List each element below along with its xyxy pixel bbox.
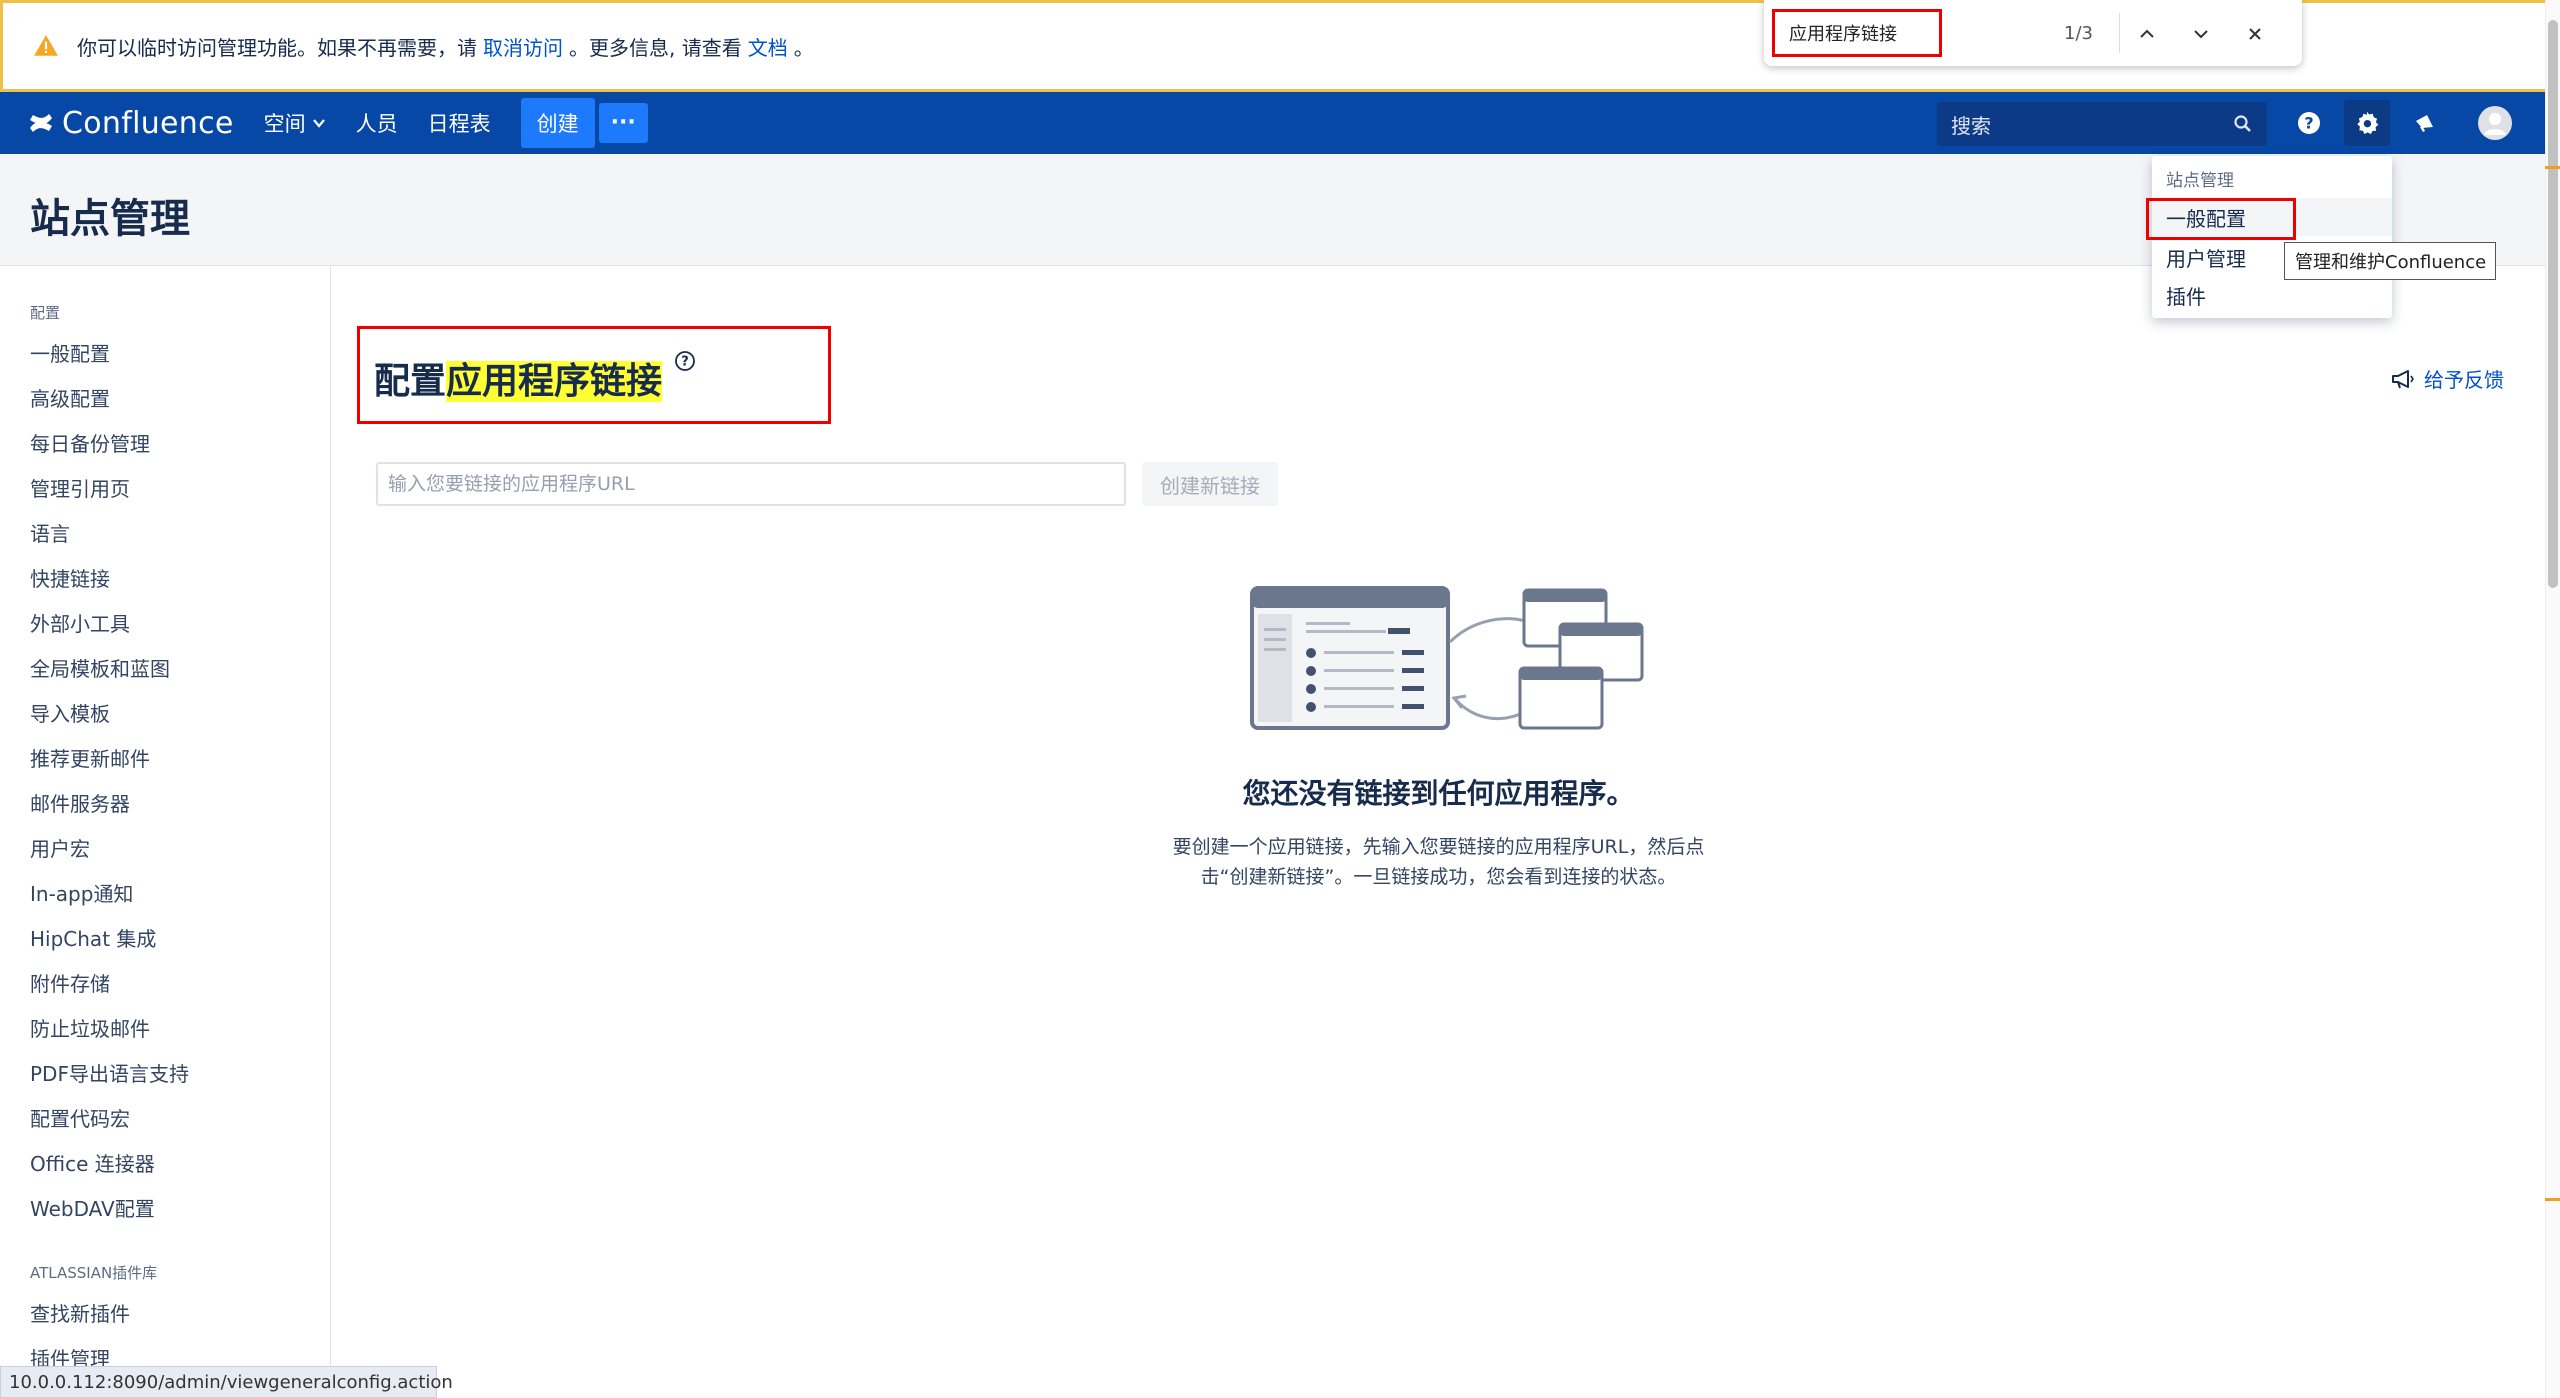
gear-icon [2357, 111, 2379, 135]
banner-text-after: 。 [793, 35, 814, 60]
sidebar-item-external-gadgets[interactable]: 外部小工具 [30, 608, 130, 637]
confluence-logo[interactable]: Confluence [28, 106, 234, 141]
notifications-button[interactable] [2402, 100, 2448, 146]
empty-desc-line-1: 要创建一个应用链接，先输入您要链接的应用程序URL，然后点 [1172, 836, 1705, 858]
search-placeholder: 搜索 [1951, 113, 1991, 138]
sidebar-item-shortcut-links[interactable]: 快捷链接 [30, 563, 110, 592]
tooltip: 管理和维护Confluence [2284, 242, 2496, 280]
config-heading: 配置应用程序链接 [374, 352, 663, 404]
nav-calendar[interactable]: 日程表 [428, 108, 491, 138]
sidebar-item-global-templates[interactable]: 全局模板和蓝图 [30, 653, 170, 682]
sidebar-item-spam-prevention[interactable]: 防止垃圾邮件 [30, 1013, 150, 1042]
sidebar-item-import-templates[interactable]: 导入模板 [30, 698, 110, 727]
settings-button[interactable] [2344, 100, 2390, 146]
sidebar-item-user-macros[interactable]: 用户宏 [30, 833, 90, 862]
megaphone-icon [2416, 115, 2433, 132]
help-icon: ? [2298, 112, 2320, 134]
banner-text-middle: 。更多信息, 请查看 [569, 35, 742, 60]
sidebar-heading-config: 配置 [30, 304, 61, 322]
main-content: 配置应用程序链接 ? 给予反馈 创建新链接 [332, 266, 2545, 1398]
app-links-illustration [1250, 586, 1644, 730]
sidebar-item-recommended-updates[interactable]: 推荐更新邮件 [30, 743, 150, 772]
sidebar-item-language[interactable]: 语言 [30, 518, 70, 547]
warning-icon [34, 35, 58, 56]
sidebar-item-attachment-storage[interactable]: 附件存储 [30, 968, 110, 997]
scrollbar-find-marker [2545, 1198, 2560, 1201]
admin-sidebar: 配置 一般配置 高级配置 每日备份管理 管理引用页 语言 快捷链接 外部小工具 … [0, 266, 331, 1398]
sidebar-item-webdav[interactable]: WebDAV配置 [30, 1193, 155, 1222]
feedback-link[interactable]: 给予反馈 [2390, 364, 2504, 393]
close-icon [2249, 28, 2261, 40]
create-new-link-button[interactable]: 创建新链接 [1142, 462, 1278, 506]
sidebar-item-daily-backup[interactable]: 每日备份管理 [30, 428, 150, 457]
browser-window: { "banner": { "text_before": "你可以临时访问管理功… [0, 0, 2560, 1398]
chevron-up-icon [2140, 29, 2154, 38]
dropdown-item-addons[interactable]: 插件 [2152, 276, 2392, 314]
sidebar-heading-marketplace: ATLASSIAN插件库 [30, 1264, 158, 1282]
top-navigation: Confluence 空间 人员 日程表 创建 ··· 搜索 ? [0, 92, 2545, 154]
nav-people[interactable]: 人员 [356, 108, 398, 138]
create-button[interactable]: 创建 [520, 98, 595, 148]
find-previous-button[interactable] [2120, 19, 2174, 47]
search-input[interactable]: 搜索 [1937, 102, 2267, 146]
find-input[interactable]: 应用程序链接 [1772, 9, 1942, 57]
chevron-down-icon [312, 119, 325, 128]
nav-spaces-label: 空间 [263, 112, 306, 136]
sidebar-item-code-macro[interactable]: 配置代码宏 [30, 1103, 130, 1132]
nav-spaces[interactable]: 空间 [264, 108, 326, 138]
confluence-logo-icon [30, 114, 52, 132]
annotation-highlight-box [2146, 198, 2296, 240]
avatar-icon [2478, 106, 2512, 140]
find-close-button[interactable] [2228, 19, 2282, 47]
sidebar-item-hipchat[interactable]: HipChat 集成 [30, 923, 156, 952]
sidebar-item-pdf-export-language[interactable]: PDF导出语言支持 [30, 1058, 189, 1087]
find-next-button[interactable] [2174, 19, 2228, 47]
svg-text:?: ? [2304, 114, 2313, 133]
status-url-bar: 10.0.0.112:8090/admin/viewgeneralconfig.… [0, 1366, 453, 1398]
config-heading-prefix: 配置 [374, 361, 447, 402]
scrollbar-thumb[interactable] [2548, 20, 2558, 588]
find-in-page-bar: 应用程序链接 1/3 [1764, 0, 2302, 66]
sidebar-item-advanced-config[interactable]: 高级配置 [30, 383, 110, 412]
empty-state-description: 要创建一个应用链接，先输入您要链接的应用程序URL，然后点 击“创建新链接”。一… [332, 832, 2545, 892]
find-match-count: 1/3 [2064, 22, 2093, 44]
empty-desc-line-2: 击“创建新链接”。一旦链接成功，您会看到连接的状态。 [1200, 866, 1677, 888]
chevron-down-icon [2194, 30, 2208, 39]
logo-text: Confluence [62, 105, 234, 141]
application-url-input[interactable] [376, 462, 1126, 506]
sidebar-item-referrers[interactable]: 管理引用页 [30, 473, 130, 502]
dropdown-heading: 站点管理 [2166, 171, 2234, 191]
search-icon [2234, 115, 2251, 132]
sidebar-item-office-connector[interactable]: Office 连接器 [30, 1148, 155, 1177]
sidebar-item-find-new-addons[interactable]: 查找新插件 [30, 1298, 130, 1327]
svg-text:?: ? [681, 355, 689, 370]
scrollbar-find-marker [2545, 166, 2560, 169]
revoke-access-link[interactable]: 取消访问 [483, 32, 563, 61]
empty-state-title: 您还没有链接到任何应用程序。 [1242, 777, 1635, 810]
config-heading-highlight: 应用程序链接 [446, 361, 663, 402]
help-button[interactable]: ? [2286, 100, 2332, 146]
docs-link[interactable]: 文档 [748, 32, 788, 61]
megaphone-icon [2392, 369, 2414, 388]
feedback-label: 给予反馈 [2424, 368, 2504, 392]
page-title: 站点管理 [30, 196, 190, 242]
sidebar-item-mail-servers[interactable]: 邮件服务器 [30, 788, 130, 817]
help-icon[interactable]: ? [674, 350, 696, 372]
banner-text-before: 你可以临时访问管理功能。如果不再需要，请 [77, 35, 477, 60]
sidebar-item-general-config[interactable]: 一般配置 [30, 338, 110, 367]
more-create-button[interactable]: ··· [598, 103, 648, 143]
user-menu-button[interactable] [2472, 100, 2518, 146]
sidebar-item-in-app-notifications[interactable]: In-app通知 [30, 878, 133, 907]
